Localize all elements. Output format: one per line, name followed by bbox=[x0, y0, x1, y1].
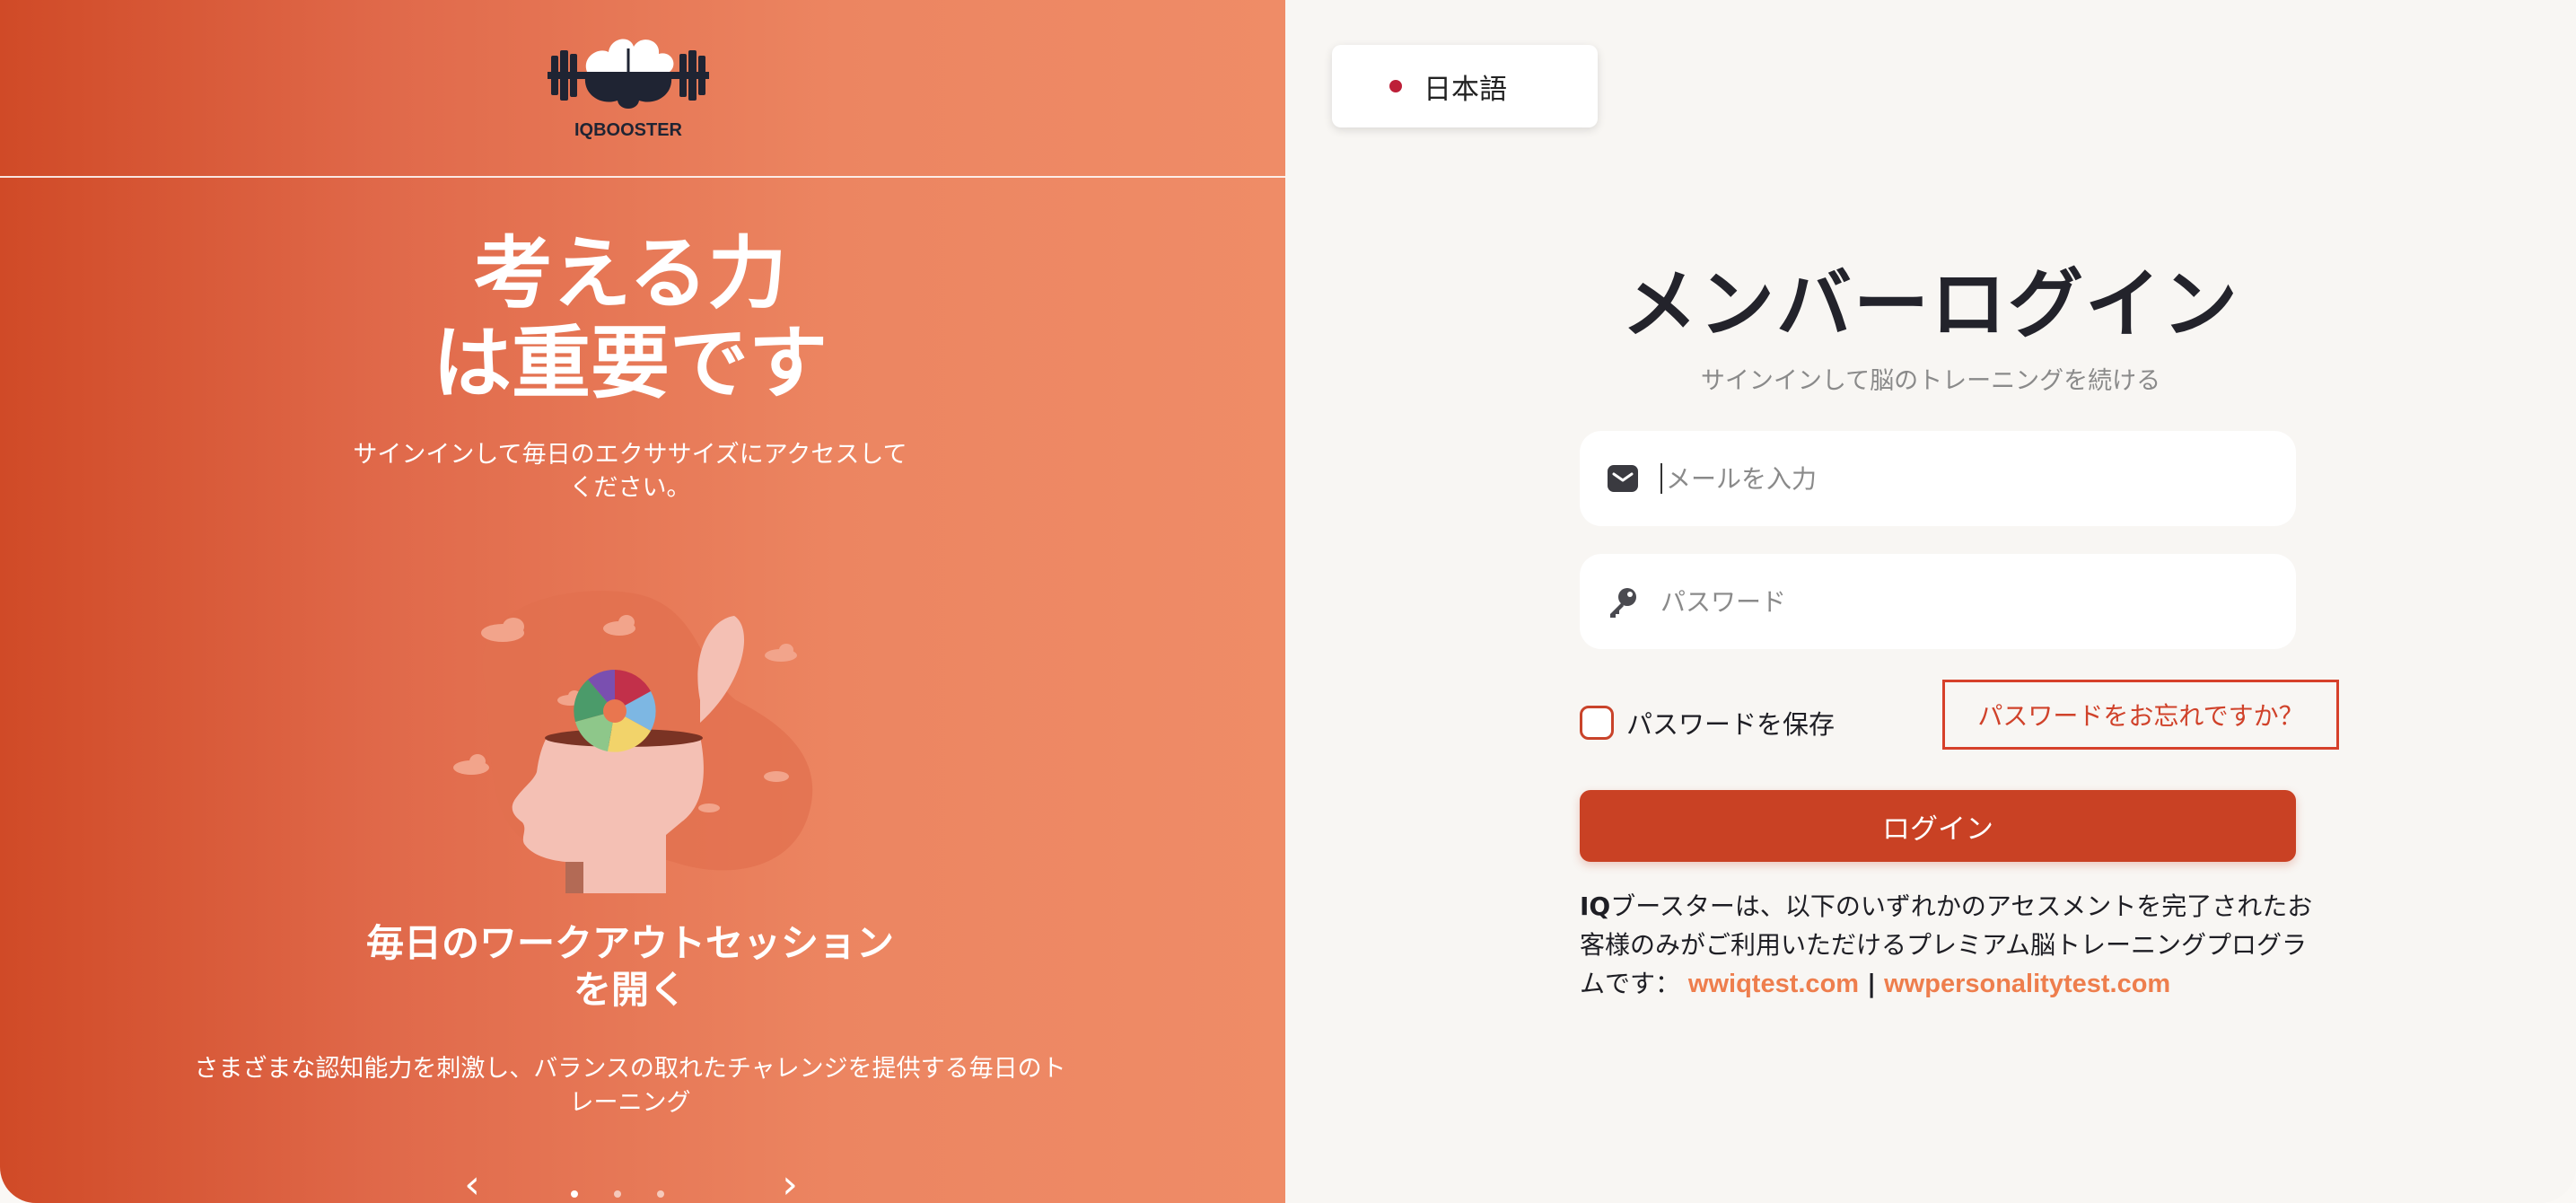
logo-text: IQBOOSTER bbox=[574, 120, 682, 140]
email-field bbox=[1580, 431, 2296, 526]
login-button[interactable]: ログイン bbox=[1580, 790, 2296, 862]
iqtest-link[interactable]: wwiqtest.com bbox=[1688, 970, 1859, 998]
language-label: 日本語 bbox=[1424, 73, 1507, 106]
slide-title: 毎日のワークアウトセッションを開く bbox=[365, 921, 894, 1012]
carousel-dots bbox=[571, 1190, 664, 1198]
hero-title-line2: は重要です bbox=[432, 317, 828, 409]
slide-description: さまざまな認知能力を刺激し、バランスの取れたチャレンジを提供する毎日のトレーニン… bbox=[194, 1055, 1066, 1117]
header-divider bbox=[0, 176, 1285, 178]
remember-checkbox[interactable] bbox=[1580, 706, 1614, 740]
brain-dumbbell-logo-icon bbox=[548, 39, 709, 109]
info-prefix: IQ bbox=[1580, 891, 1611, 921]
envelope-icon bbox=[1605, 461, 1641, 496]
password-field bbox=[1580, 554, 2296, 649]
hero-subtitle: サインインして毎日のエクササイズにアクセスしてください。 bbox=[353, 441, 907, 502]
carousel-dot[interactable] bbox=[657, 1190, 664, 1198]
language-flag-dot-icon bbox=[1389, 80, 1402, 92]
carousel-next-chevron-icon[interactable]: › bbox=[772, 1165, 808, 1203]
premium-info-text: IQブースターは、以下のいずれかのアセスメントを完了されたお客様のみがご利用いた… bbox=[1580, 887, 2316, 1004]
remember-password[interactable]: パスワードを保存 bbox=[1580, 704, 1835, 742]
personalitytest-link[interactable]: wwpersonalitytest.com bbox=[1884, 970, 2170, 998]
login-panel: 日本語 メンバーログイン サインインして脳のトレーニングを続ける メールを入力 … bbox=[1285, 0, 2576, 1203]
carousel-dot[interactable] bbox=[571, 1190, 578, 1198]
link-separator: | bbox=[1866, 969, 1877, 998]
remember-label: パスワードを保存 bbox=[1626, 709, 1836, 740]
carousel-prev-chevron-icon[interactable]: ‹ bbox=[454, 1165, 490, 1203]
password-input[interactable] bbox=[1660, 554, 2296, 649]
iq-booster-logo: IQBOOSTER bbox=[548, 31, 709, 147]
carousel-dot[interactable] bbox=[614, 1190, 621, 1198]
login-subtitle: サインインして脳のトレーニングを続ける bbox=[1700, 367, 2161, 395]
key-icon bbox=[1605, 584, 1641, 619]
open-head-illustration bbox=[431, 575, 835, 907]
forgot-password-link[interactable]: パスワードをお忘れですか？ bbox=[1942, 680, 2339, 750]
email-input[interactable] bbox=[1660, 463, 2296, 494]
head-brain-chart-icon bbox=[453, 591, 813, 893]
language-selector[interactable]: 日本語 bbox=[1332, 45, 1598, 127]
promo-panel: IQBOOSTER 考える力 は重要です サインインして毎日のエクササイズにアク… bbox=[0, 0, 1285, 1203]
login-title: メンバーログイン bbox=[1621, 260, 2239, 348]
hero-title: 考える力 は重要です bbox=[0, 229, 1260, 408]
login-page: IQBOOSTER 考える力 は重要です サインインして毎日のエクササイズにアク… bbox=[0, 0, 2576, 1203]
hero-title-line1: 考える力 bbox=[473, 227, 787, 320]
